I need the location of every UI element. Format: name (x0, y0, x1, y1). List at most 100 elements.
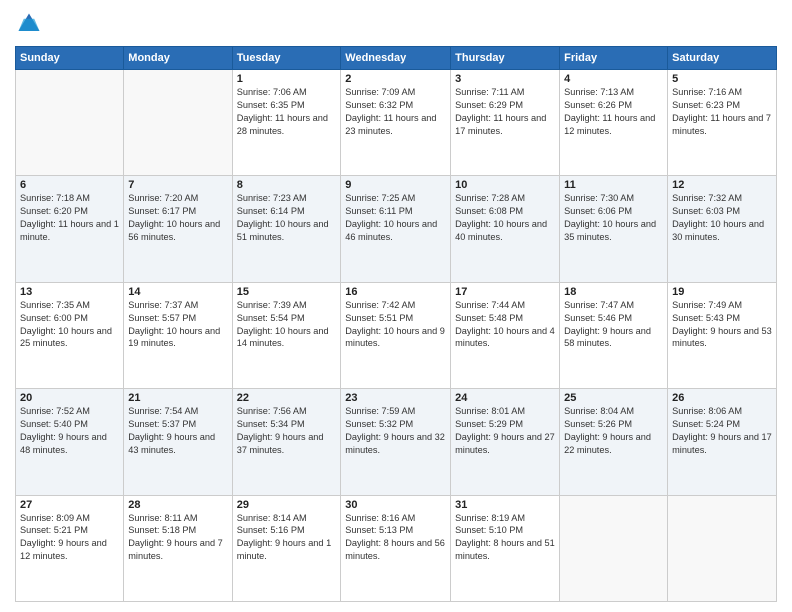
weekday-header-friday: Friday (560, 47, 668, 70)
calendar-cell: 22Sunrise: 7:56 AM Sunset: 5:34 PM Dayli… (232, 389, 341, 495)
day-info: Sunrise: 8:19 AM Sunset: 5:10 PM Dayligh… (455, 512, 555, 564)
calendar-cell: 18Sunrise: 7:47 AM Sunset: 5:46 PM Dayli… (560, 282, 668, 388)
day-info: Sunrise: 7:39 AM Sunset: 5:54 PM Dayligh… (237, 299, 337, 351)
day-info: Sunrise: 7:18 AM Sunset: 6:20 PM Dayligh… (20, 192, 119, 244)
weekday-header-tuesday: Tuesday (232, 47, 341, 70)
calendar-cell (668, 495, 777, 601)
day-number: 2 (345, 73, 446, 85)
day-info: Sunrise: 7:44 AM Sunset: 5:48 PM Dayligh… (455, 299, 555, 351)
day-number: 19 (672, 286, 772, 298)
calendar-cell (560, 495, 668, 601)
weekday-header-thursday: Thursday (451, 47, 560, 70)
day-number: 10 (455, 179, 555, 191)
day-number: 24 (455, 392, 555, 404)
day-info: Sunrise: 7:54 AM Sunset: 5:37 PM Dayligh… (128, 405, 227, 457)
day-number: 28 (128, 499, 227, 511)
day-info: Sunrise: 7:16 AM Sunset: 6:23 PM Dayligh… (672, 86, 772, 138)
calendar-cell: 24Sunrise: 8:01 AM Sunset: 5:29 PM Dayli… (451, 389, 560, 495)
calendar-cell: 3Sunrise: 7:11 AM Sunset: 6:29 PM Daylig… (451, 70, 560, 176)
calendar-cell: 25Sunrise: 8:04 AM Sunset: 5:26 PM Dayli… (560, 389, 668, 495)
day-info: Sunrise: 7:11 AM Sunset: 6:29 PM Dayligh… (455, 86, 555, 138)
day-number: 21 (128, 392, 227, 404)
calendar-cell: 20Sunrise: 7:52 AM Sunset: 5:40 PM Dayli… (16, 389, 124, 495)
calendar-cell: 13Sunrise: 7:35 AM Sunset: 6:00 PM Dayli… (16, 282, 124, 388)
logo-icon (15, 10, 43, 38)
day-info: Sunrise: 7:35 AM Sunset: 6:00 PM Dayligh… (20, 299, 119, 351)
day-info: Sunrise: 7:56 AM Sunset: 5:34 PM Dayligh… (237, 405, 337, 457)
week-row-2: 6Sunrise: 7:18 AM Sunset: 6:20 PM Daylig… (16, 176, 777, 282)
day-info: Sunrise: 8:04 AM Sunset: 5:26 PM Dayligh… (564, 405, 663, 457)
day-info: Sunrise: 7:59 AM Sunset: 5:32 PM Dayligh… (345, 405, 446, 457)
day-info: Sunrise: 8:14 AM Sunset: 5:16 PM Dayligh… (237, 512, 337, 564)
calendar-table: SundayMondayTuesdayWednesdayThursdayFrid… (15, 46, 777, 602)
calendar-cell: 6Sunrise: 7:18 AM Sunset: 6:20 PM Daylig… (16, 176, 124, 282)
day-number: 16 (345, 286, 446, 298)
calendar-cell: 12Sunrise: 7:32 AM Sunset: 6:03 PM Dayli… (668, 176, 777, 282)
day-info: Sunrise: 7:09 AM Sunset: 6:32 PM Dayligh… (345, 86, 446, 138)
calendar-cell: 15Sunrise: 7:39 AM Sunset: 5:54 PM Dayli… (232, 282, 341, 388)
day-info: Sunrise: 8:09 AM Sunset: 5:21 PM Dayligh… (20, 512, 119, 564)
day-number: 7 (128, 179, 227, 191)
calendar-cell (16, 70, 124, 176)
calendar-cell: 10Sunrise: 7:28 AM Sunset: 6:08 PM Dayli… (451, 176, 560, 282)
calendar-cell: 28Sunrise: 8:11 AM Sunset: 5:18 PM Dayli… (124, 495, 232, 601)
weekday-header-sunday: Sunday (16, 47, 124, 70)
day-info: Sunrise: 7:30 AM Sunset: 6:06 PM Dayligh… (564, 192, 663, 244)
calendar-cell: 30Sunrise: 8:16 AM Sunset: 5:13 PM Dayli… (341, 495, 451, 601)
calendar-cell: 27Sunrise: 8:09 AM Sunset: 5:21 PM Dayli… (16, 495, 124, 601)
calendar-cell: 8Sunrise: 7:23 AM Sunset: 6:14 PM Daylig… (232, 176, 341, 282)
day-number: 5 (672, 73, 772, 85)
day-info: Sunrise: 8:11 AM Sunset: 5:18 PM Dayligh… (128, 512, 227, 564)
day-number: 17 (455, 286, 555, 298)
day-info: Sunrise: 7:49 AM Sunset: 5:43 PM Dayligh… (672, 299, 772, 351)
day-info: Sunrise: 8:16 AM Sunset: 5:13 PM Dayligh… (345, 512, 446, 564)
weekday-header-row: SundayMondayTuesdayWednesdayThursdayFrid… (16, 47, 777, 70)
calendar-cell: 11Sunrise: 7:30 AM Sunset: 6:06 PM Dayli… (560, 176, 668, 282)
day-info: Sunrise: 7:42 AM Sunset: 5:51 PM Dayligh… (345, 299, 446, 351)
day-number: 4 (564, 73, 663, 85)
day-number: 30 (345, 499, 446, 511)
day-number: 15 (237, 286, 337, 298)
header (15, 10, 777, 38)
page: SundayMondayTuesdayWednesdayThursdayFrid… (0, 0, 792, 612)
day-info: Sunrise: 8:01 AM Sunset: 5:29 PM Dayligh… (455, 405, 555, 457)
day-number: 25 (564, 392, 663, 404)
day-number: 12 (672, 179, 772, 191)
week-row-5: 27Sunrise: 8:09 AM Sunset: 5:21 PM Dayli… (16, 495, 777, 601)
calendar-cell: 26Sunrise: 8:06 AM Sunset: 5:24 PM Dayli… (668, 389, 777, 495)
day-info: Sunrise: 7:32 AM Sunset: 6:03 PM Dayligh… (672, 192, 772, 244)
calendar-cell: 23Sunrise: 7:59 AM Sunset: 5:32 PM Dayli… (341, 389, 451, 495)
day-info: Sunrise: 7:06 AM Sunset: 6:35 PM Dayligh… (237, 86, 337, 138)
week-row-4: 20Sunrise: 7:52 AM Sunset: 5:40 PM Dayli… (16, 389, 777, 495)
calendar-cell: 31Sunrise: 8:19 AM Sunset: 5:10 PM Dayli… (451, 495, 560, 601)
day-number: 29 (237, 499, 337, 511)
calendar-cell: 5Sunrise: 7:16 AM Sunset: 6:23 PM Daylig… (668, 70, 777, 176)
calendar-cell: 17Sunrise: 7:44 AM Sunset: 5:48 PM Dayli… (451, 282, 560, 388)
day-number: 27 (20, 499, 119, 511)
weekday-header-monday: Monday (124, 47, 232, 70)
day-info: Sunrise: 7:47 AM Sunset: 5:46 PM Dayligh… (564, 299, 663, 351)
calendar-cell: 14Sunrise: 7:37 AM Sunset: 5:57 PM Dayli… (124, 282, 232, 388)
day-number: 22 (237, 392, 337, 404)
day-info: Sunrise: 7:28 AM Sunset: 6:08 PM Dayligh… (455, 192, 555, 244)
calendar-cell: 9Sunrise: 7:25 AM Sunset: 6:11 PM Daylig… (341, 176, 451, 282)
day-info: Sunrise: 7:52 AM Sunset: 5:40 PM Dayligh… (20, 405, 119, 457)
calendar-cell: 29Sunrise: 8:14 AM Sunset: 5:16 PM Dayli… (232, 495, 341, 601)
weekday-header-saturday: Saturday (668, 47, 777, 70)
day-info: Sunrise: 7:37 AM Sunset: 5:57 PM Dayligh… (128, 299, 227, 351)
calendar-cell: 7Sunrise: 7:20 AM Sunset: 6:17 PM Daylig… (124, 176, 232, 282)
day-number: 23 (345, 392, 446, 404)
day-number: 1 (237, 73, 337, 85)
day-info: Sunrise: 7:25 AM Sunset: 6:11 PM Dayligh… (345, 192, 446, 244)
day-number: 31 (455, 499, 555, 511)
calendar-cell: 19Sunrise: 7:49 AM Sunset: 5:43 PM Dayli… (668, 282, 777, 388)
logo (15, 10, 47, 38)
day-number: 26 (672, 392, 772, 404)
day-number: 18 (564, 286, 663, 298)
day-number: 20 (20, 392, 119, 404)
day-info: Sunrise: 8:06 AM Sunset: 5:24 PM Dayligh… (672, 405, 772, 457)
calendar-cell: 16Sunrise: 7:42 AM Sunset: 5:51 PM Dayli… (341, 282, 451, 388)
day-number: 11 (564, 179, 663, 191)
day-number: 14 (128, 286, 227, 298)
day-number: 9 (345, 179, 446, 191)
